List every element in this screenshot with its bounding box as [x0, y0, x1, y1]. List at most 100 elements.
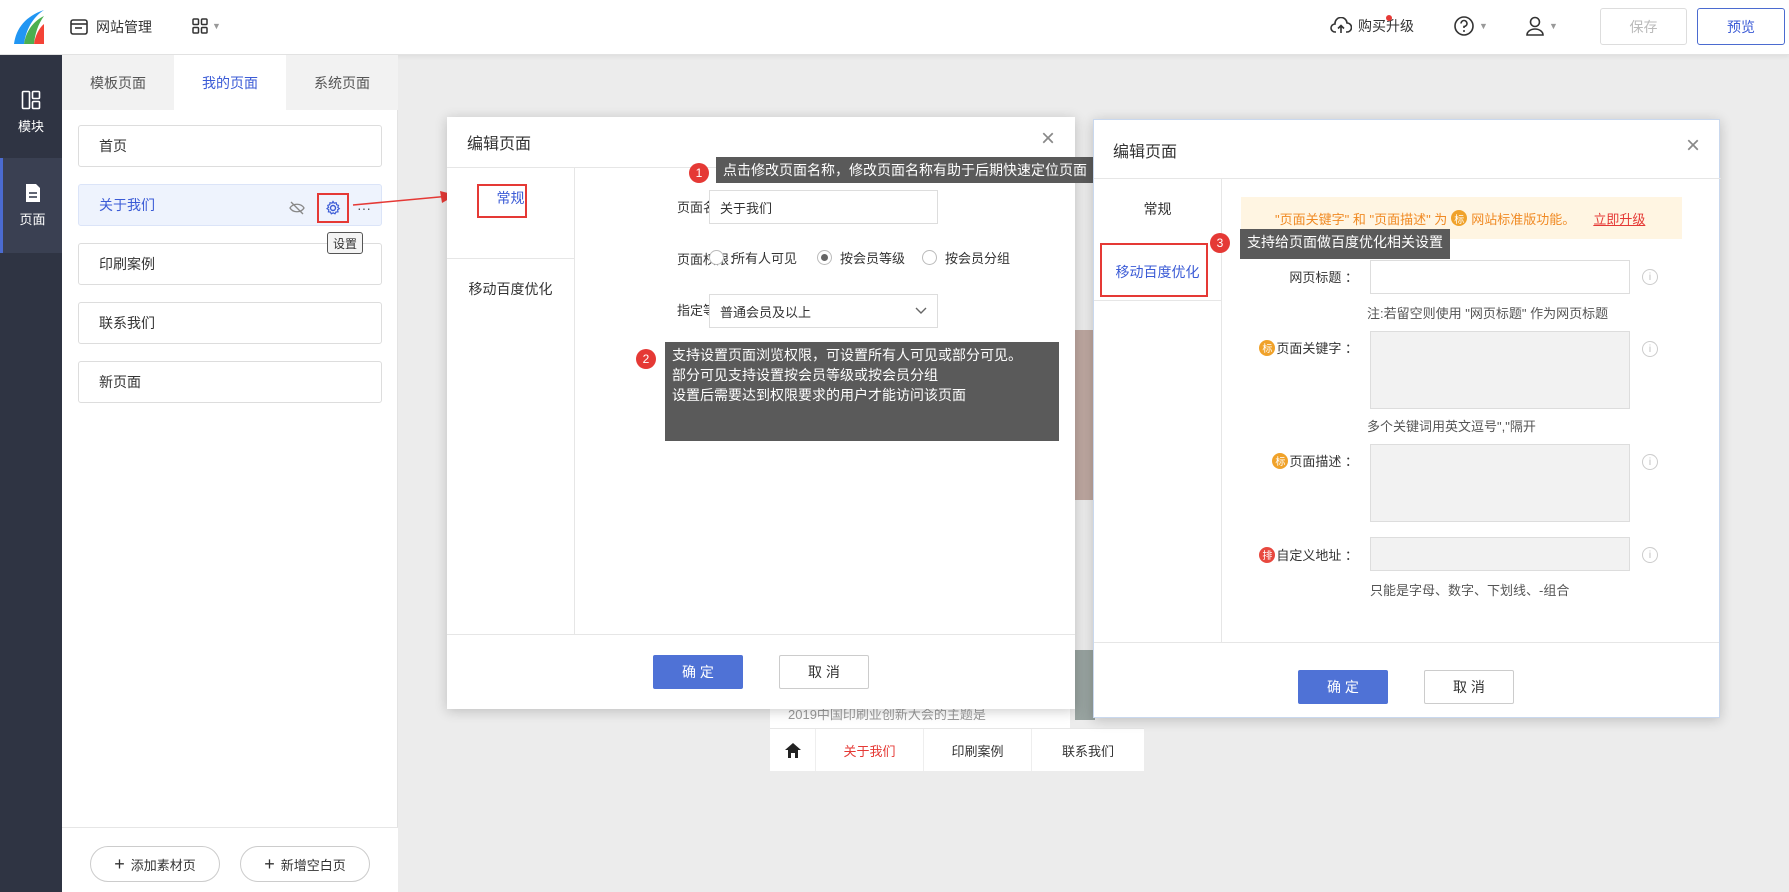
annotation-number: 2	[636, 349, 656, 369]
upgrade-now-link[interactable]: 立即升级	[1593, 209, 1645, 228]
rail-item-label: 页面	[19, 212, 46, 227]
page-name-input[interactable]: 关于我们	[709, 190, 938, 224]
dialog-title: 编辑页面	[1113, 144, 1178, 161]
side-tab-general[interactable]: 常规	[1094, 179, 1221, 239]
logo-icon[interactable]	[10, 8, 46, 46]
chevron-down-icon: ▼	[1479, 21, 1488, 31]
level-select-value: 普通会员及以上	[720, 304, 812, 320]
seo-url-label: 排 自定义地址 ：	[1240, 545, 1358, 564]
upgrade-button[interactable]: 购买升级	[1330, 16, 1414, 36]
tab-system-pages[interactable]: 系统页面	[286, 55, 398, 110]
banner-text: "页面关键字" 和 "页面描述" 为	[1275, 211, 1448, 227]
add-material-page-button[interactable]: + 添加素材页	[90, 846, 220, 882]
preview-nav-bar: 关于我们 印刷案例 联系我们	[770, 728, 1144, 771]
left-rail: 模块 页面 80	[0, 55, 62, 892]
seo-url-label-text: 自定义地址 ：	[1276, 548, 1358, 563]
site-management-label: 网站管理	[96, 19, 152, 35]
rail-item-label: 模块	[17, 119, 44, 134]
confirm-button[interactable]: 确 定	[1298, 670, 1388, 704]
apps-menu[interactable]: ▼	[192, 18, 221, 34]
annotation-note: 支持设置页面浏览权限，可设置所有人可见或部分可见。 部分可见支持设置按会员等级或…	[665, 342, 1059, 441]
add-material-label: 添加素材页	[130, 857, 196, 873]
seo-keywords-label: 标 页面关键字 ：	[1240, 338, 1358, 357]
dialog-footer: 确 定 取 消	[447, 634, 1075, 709]
annotation-number: 1	[689, 163, 709, 183]
rail-item-pages[interactable]: 页面	[0, 158, 62, 253]
pointer-arrow	[352, 191, 456, 206]
perm-radio-level[interactable]: 按会员等级	[817, 248, 905, 267]
settings-tooltip: 设置	[327, 232, 363, 254]
banner-feature: 网站标准版功能。	[1471, 211, 1576, 227]
preview-image-strip	[1075, 650, 1095, 720]
cancel-button[interactable]: 取 消	[779, 655, 869, 689]
modules-icon	[21, 90, 41, 110]
seo-title-label: 网页标题 ：	[1289, 270, 1358, 285]
radio-circle	[709, 250, 724, 265]
seo-url-input[interactable]	[1370, 537, 1630, 571]
close-icon[interactable]: ×	[1686, 134, 1700, 158]
tab-my-pages[interactable]: 我的页面	[174, 55, 286, 110]
help-menu[interactable]: ▼	[1453, 15, 1488, 37]
preview-nav-home[interactable]	[770, 729, 815, 771]
preview-button[interactable]: 预览	[1697, 8, 1785, 45]
level-select[interactable]: 普通会员及以上	[709, 294, 938, 328]
add-blank-page-button[interactable]: + 新增空白页	[240, 846, 370, 882]
radio-label: 按会员等级	[840, 251, 906, 266]
ranking-badge-icon: 排	[1259, 546, 1276, 563]
standard-badge-icon: 标	[1451, 210, 1468, 226]
seo-desc-textarea[interactable]	[1370, 444, 1630, 522]
side-tab-baidu-seo[interactable]: 移动百度优化	[447, 258, 574, 314]
eye-off-icon[interactable]	[289, 201, 305, 215]
standard-badge-icon: 标	[1272, 452, 1289, 469]
seo-title-input[interactable]	[1370, 260, 1630, 294]
page-item-contact[interactable]: 联系我们	[78, 302, 382, 344]
user-menu[interactable]: ▼	[1525, 15, 1558, 37]
page-item-new[interactable]: 新页面	[78, 361, 382, 403]
cancel-button[interactable]: 取 消	[1424, 670, 1514, 704]
page-settings-button[interactable]	[317, 193, 349, 223]
perm-radio-group[interactable]: 按会员分组	[922, 248, 1010, 267]
radio-label: 所有人可见	[732, 251, 798, 266]
page-item-label: 关于我们	[99, 197, 155, 213]
page-item-home[interactable]: 首页	[78, 125, 382, 167]
cloud-upload-icon	[1330, 17, 1352, 33]
perm-radio-all[interactable]: 所有人可见	[709, 248, 797, 267]
home-icon	[784, 742, 801, 758]
page-icon	[25, 184, 40, 202]
save-button[interactable]: 保存	[1600, 8, 1687, 45]
highlight-box	[1100, 243, 1208, 297]
pages-footer: + 添加素材页 + 新增空白页	[62, 827, 398, 892]
page-item-label: 首页	[99, 138, 127, 154]
highlight-box	[477, 184, 527, 218]
annotation-number: 3	[1210, 233, 1230, 253]
confirm-button[interactable]: 确 定	[653, 655, 743, 689]
preview-nav-item[interactable]: 关于我们	[815, 729, 923, 771]
site-management-menu[interactable]: 网站管理	[70, 17, 152, 37]
rail-item-modules[interactable]: 模块	[0, 65, 62, 160]
annotation-note: 支持给页面做百度优化相关设置	[1240, 229, 1450, 259]
annotation-note: 点击修改页面名称，修改页面名称有助于后期快速定位页面	[716, 157, 1094, 183]
page-item-about[interactable]: 关于我们 ···	[78, 184, 382, 226]
page-item-label: 新页面	[99, 374, 141, 390]
annotation-line: 设置后需要达到权限要求的用户才能访问该页面	[672, 387, 966, 403]
plus-icon: +	[264, 853, 275, 874]
close-icon[interactable]: ×	[1041, 127, 1055, 151]
notification-dot	[1386, 15, 1392, 21]
seo-desc-label: 标 页面描述 ：	[1240, 451, 1358, 470]
standard-badge-icon: 标	[1259, 339, 1276, 356]
pages-panel: 模板页面 我的页面 系统页面 首页 关于我们 ··· 印刷案例 联系我们 新页面…	[62, 55, 398, 892]
info-icon[interactable]: i	[1642, 454, 1658, 470]
preview-nav-item[interactable]: 印刷案例	[923, 729, 1031, 771]
info-icon[interactable]: i	[1642, 269, 1658, 285]
top-bar: 网站管理 ▼ 购买升级 ▼ ▼ 保存 预览	[0, 0, 1789, 55]
page-item-label: 联系我们	[99, 315, 155, 331]
info-icon[interactable]: i	[1642, 341, 1658, 357]
seo-keywords-textarea[interactable]	[1370, 331, 1630, 409]
annotation-line: 部分可见支持设置按会员等级或按会员分组	[672, 367, 938, 383]
info-icon[interactable]: i	[1642, 547, 1658, 563]
preview-nav-item[interactable]: 联系我们	[1031, 729, 1144, 771]
seo-keywords-hint: 多个关键词用英文逗号","隔开	[1367, 419, 1536, 434]
seo-keywords-label-text: 页面关键字 ：	[1276, 341, 1358, 356]
website-icon	[70, 19, 88, 35]
tab-template-pages[interactable]: 模板页面	[62, 55, 174, 110]
